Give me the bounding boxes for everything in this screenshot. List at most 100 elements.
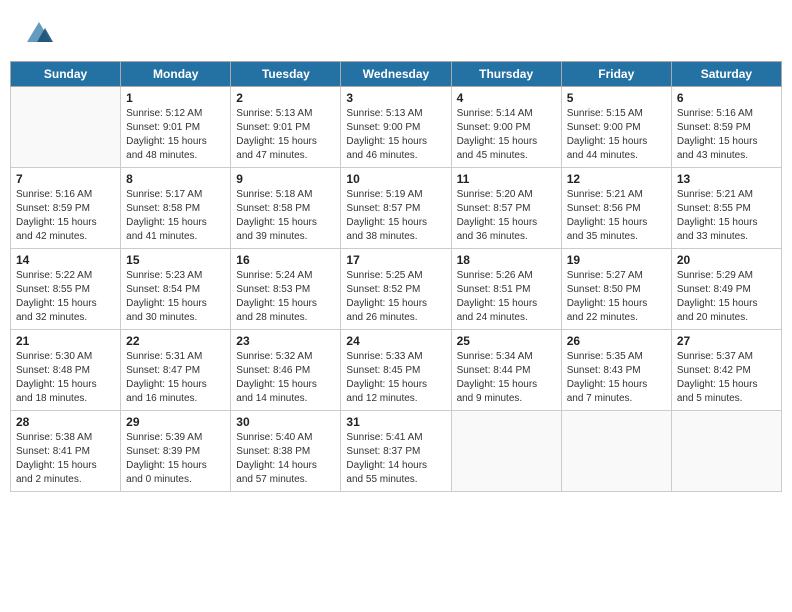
day-number: 19	[567, 253, 666, 267]
calendar-week-row: 7 Sunrise: 5:16 AMSunset: 8:59 PMDaylight…	[11, 168, 782, 249]
calendar-day-cell: 2Sunrise: 5:13 AMSunset: 9:01 PMDaylight…	[231, 87, 341, 168]
calendar-day-cell: 1 Sunrise: 5:12 AMSunset: 9:01 PMDaylight…	[121, 87, 231, 168]
day-number: 30	[236, 415, 335, 429]
calendar-day-cell: 5 Sunrise: 5:15 AMSunset: 9:00 PMDaylight…	[561, 87, 671, 168]
day-number: 16	[236, 253, 335, 267]
calendar-day-cell: 30Sunrise: 5:40 AMSunset: 8:38 PMDayligh…	[231, 411, 341, 492]
day-info: Sunrise: 5:33 AMSunset: 8:45 PMDaylight:…	[346, 350, 445, 406]
calendar-day-cell: 13Sunrise: 5:21 AMSunset: 8:55 PMDayligh…	[671, 168, 781, 249]
logo	[25, 20, 55, 48]
calendar-day-cell: 28Sunrise: 5:38 AMSunset: 8:41 PMDayligh…	[11, 411, 121, 492]
calendar-day-cell: 9 Sunrise: 5:18 AMSunset: 8:58 PMDaylight…	[231, 168, 341, 249]
calendar-day-cell: 31Sunrise: 5:41 AMSunset: 8:37 PMDayligh…	[341, 411, 451, 492]
calendar-day-cell	[671, 411, 781, 492]
day-number: 14	[16, 253, 115, 267]
day-number: 17	[346, 253, 445, 267]
calendar-week-row: 1 Sunrise: 5:12 AMSunset: 9:01 PMDaylight…	[11, 87, 782, 168]
day-info: Sunrise: 5:20 AMSunset: 8:57 PMDaylight:…	[457, 188, 556, 244]
day-info: Sunrise: 5:17 AMSunset: 8:58 PMDaylight:…	[126, 188, 225, 244]
calendar-week-row: 14 Sunrise: 5:22 AMSunset: 8:55 PMDayligh…	[11, 249, 782, 330]
day-number: 7	[16, 172, 115, 186]
day-info: Sunrise: 5:15 AMSunset: 9:00 PMDaylight:…	[567, 107, 666, 163]
day-number: 6	[677, 91, 776, 105]
day-info: Sunrise: 5:14 AMSunset: 9:00 PMDaylight:…	[457, 107, 556, 163]
day-number: 29	[126, 415, 225, 429]
day-info: Sunrise: 5:12 AMSunset: 9:01 PMDaylight:…	[126, 107, 225, 163]
calendar-table: SundayMondayTuesdayWednesdayThursdayFrid…	[10, 61, 782, 492]
day-number: 26	[567, 334, 666, 348]
day-number: 18	[457, 253, 556, 267]
day-info: Sunrise: 5:19 AMSunset: 8:57 PMDaylight:…	[346, 188, 445, 244]
calendar-day-cell: 12Sunrise: 5:21 AMSunset: 8:56 PMDayligh…	[561, 168, 671, 249]
day-number: 13	[677, 172, 776, 186]
day-number: 23	[236, 334, 335, 348]
day-number: 21	[16, 334, 115, 348]
day-number: 3	[346, 91, 445, 105]
day-info: Sunrise: 5:26 AMSunset: 8:51 PMDaylight:…	[457, 269, 556, 325]
day-number: 15	[126, 253, 225, 267]
day-of-week-header: Wednesday	[341, 62, 451, 87]
calendar-day-cell: 4 Sunrise: 5:14 AMSunset: 9:00 PMDaylight…	[451, 87, 561, 168]
day-of-week-header: Friday	[561, 62, 671, 87]
calendar-day-cell: 16Sunrise: 5:24 AMSunset: 8:53 PMDayligh…	[231, 249, 341, 330]
calendar-day-cell: 22Sunrise: 5:31 AMSunset: 8:47 PMDayligh…	[121, 330, 231, 411]
day-of-week-header: Sunday	[11, 62, 121, 87]
day-number: 20	[677, 253, 776, 267]
header	[10, 10, 782, 53]
calendar-day-cell	[561, 411, 671, 492]
day-of-week-header: Thursday	[451, 62, 561, 87]
day-info: Sunrise: 5:30 AMSunset: 8:48 PMDaylight:…	[16, 350, 115, 406]
calendar-day-cell: 20 Sunrise: 5:29 AMSunset: 8:49 PMDayligh…	[671, 249, 781, 330]
calendar-day-cell: 23 Sunrise: 5:32 AMSunset: 8:46 PMDayligh…	[231, 330, 341, 411]
calendar-day-cell: 14 Sunrise: 5:22 AMSunset: 8:55 PMDayligh…	[11, 249, 121, 330]
calendar-day-cell: 6 Sunrise: 5:16 AMSunset: 8:59 PMDaylight…	[671, 87, 781, 168]
day-of-week-header: Monday	[121, 62, 231, 87]
calendar-day-cell: 3 Sunrise: 5:13 AMSunset: 9:00 PMDaylight…	[341, 87, 451, 168]
day-number: 31	[346, 415, 445, 429]
day-info: Sunrise: 5:29 AMSunset: 8:49 PMDaylight:…	[677, 269, 776, 325]
day-info: Sunrise: 5:16 AMSunset: 8:59 PMDaylight:…	[16, 188, 115, 244]
calendar-day-cell: 19Sunrise: 5:27 AMSunset: 8:50 PMDayligh…	[561, 249, 671, 330]
day-number: 24	[346, 334, 445, 348]
calendar-day-cell	[451, 411, 561, 492]
day-number: 28	[16, 415, 115, 429]
day-number: 9	[236, 172, 335, 186]
calendar-week-row: 21 Sunrise: 5:30 AMSunset: 8:48 PMDayligh…	[11, 330, 782, 411]
day-number: 5	[567, 91, 666, 105]
day-info: Sunrise: 5:16 AMSunset: 8:59 PMDaylight:…	[677, 107, 776, 163]
calendar-day-cell: 26 Sunrise: 5:35 AMSunset: 8:43 PMDayligh…	[561, 330, 671, 411]
day-info: Sunrise: 5:39 AMSunset: 8:39 PMDaylight:…	[126, 431, 225, 487]
day-number: 25	[457, 334, 556, 348]
calendar-day-cell: 8 Sunrise: 5:17 AMSunset: 8:58 PMDaylight…	[121, 168, 231, 249]
day-info: Sunrise: 5:25 AMSunset: 8:52 PMDaylight:…	[346, 269, 445, 325]
calendar-week-row: 28Sunrise: 5:38 AMSunset: 8:41 PMDayligh…	[11, 411, 782, 492]
calendar-day-cell	[11, 87, 121, 168]
day-of-week-header: Saturday	[671, 62, 781, 87]
day-info: Sunrise: 5:22 AMSunset: 8:55 PMDaylight:…	[16, 269, 115, 325]
day-info: Sunrise: 5:32 AMSunset: 8:46 PMDaylight:…	[236, 350, 335, 406]
day-number: 11	[457, 172, 556, 186]
day-info: Sunrise: 5:35 AMSunset: 8:43 PMDaylight:…	[567, 350, 666, 406]
day-number: 10	[346, 172, 445, 186]
calendar-day-cell: 7 Sunrise: 5:16 AMSunset: 8:59 PMDaylight…	[11, 168, 121, 249]
calendar-day-cell: 29 Sunrise: 5:39 AMSunset: 8:39 PMDayligh…	[121, 411, 231, 492]
calendar-day-cell: 11 Sunrise: 5:20 AMSunset: 8:57 PMDayligh…	[451, 168, 561, 249]
day-number: 2	[236, 91, 335, 105]
day-number: 8	[126, 172, 225, 186]
day-number: 4	[457, 91, 556, 105]
day-info: Sunrise: 5:23 AMSunset: 8:54 PMDaylight:…	[126, 269, 225, 325]
day-of-week-header: Tuesday	[231, 62, 341, 87]
calendar-day-cell: 21 Sunrise: 5:30 AMSunset: 8:48 PMDayligh…	[11, 330, 121, 411]
day-number: 22	[126, 334, 225, 348]
logo-icon	[25, 20, 53, 48]
day-info: Sunrise: 5:13 AMSunset: 9:00 PMDaylight:…	[346, 107, 445, 163]
day-number: 12	[567, 172, 666, 186]
page-container: SundayMondayTuesdayWednesdayThursdayFrid…	[10, 10, 782, 492]
calendar-header-row: SundayMondayTuesdayWednesdayThursdayFrid…	[11, 62, 782, 87]
calendar-day-cell: 17 Sunrise: 5:25 AMSunset: 8:52 PMDayligh…	[341, 249, 451, 330]
day-info: Sunrise: 5:18 AMSunset: 8:58 PMDaylight:…	[236, 188, 335, 244]
day-info: Sunrise: 5:34 AMSunset: 8:44 PMDaylight:…	[457, 350, 556, 406]
day-number: 1	[126, 91, 225, 105]
calendar-day-cell: 18 Sunrise: 5:26 AMSunset: 8:51 PMDayligh…	[451, 249, 561, 330]
calendar-day-cell: 25 Sunrise: 5:34 AMSunset: 8:44 PMDayligh…	[451, 330, 561, 411]
